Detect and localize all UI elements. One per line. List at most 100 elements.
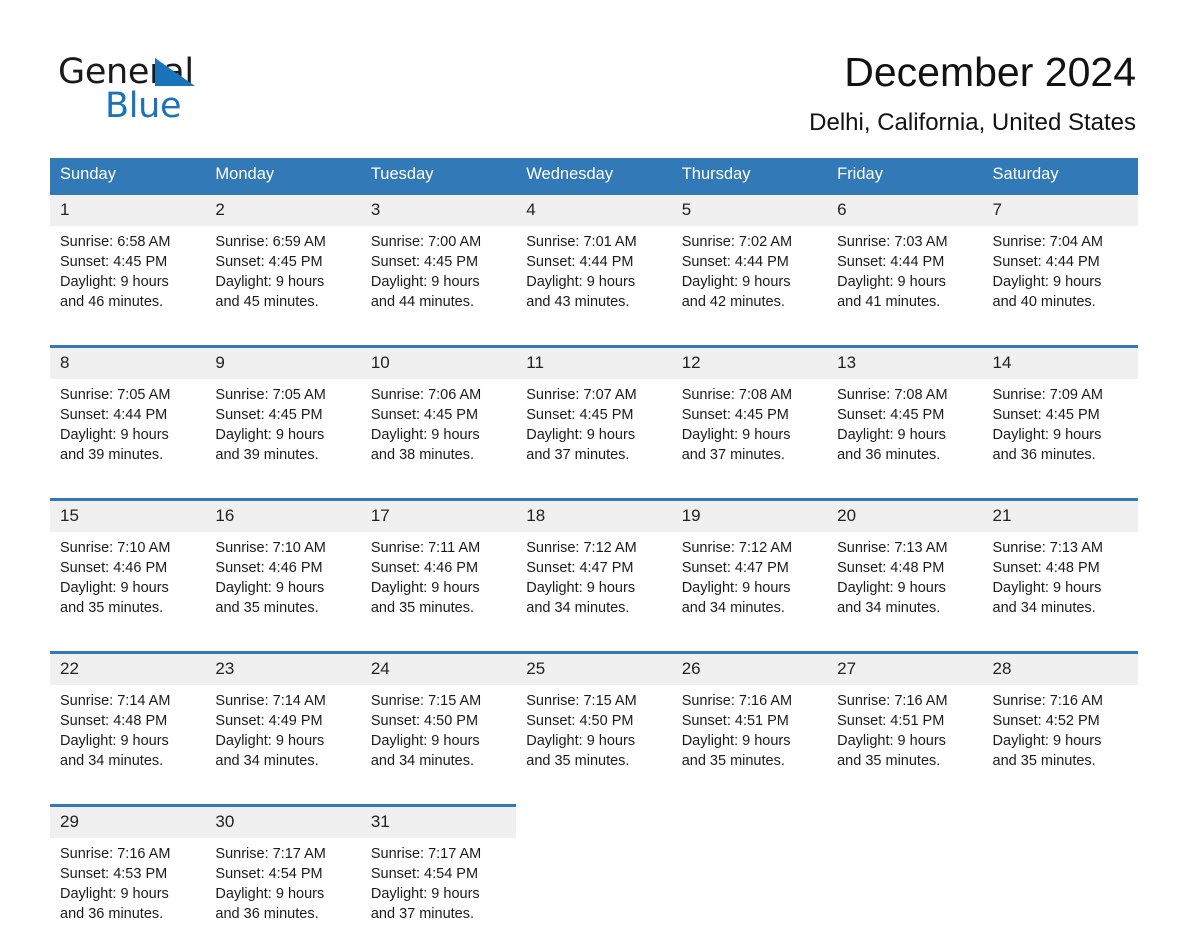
day-cell: Sunrise: 7:17 AM Sunset: 4:54 PM Dayligh… (205, 838, 360, 944)
day-cell: Sunrise: 7:16 AM Sunset: 4:51 PM Dayligh… (827, 685, 982, 791)
daylight-text-line2: and 35 minutes. (682, 751, 827, 771)
daylight-text-line2: and 42 minutes. (682, 292, 827, 312)
date-number[interactable]: 4 (516, 194, 671, 227)
sunrise-text: Sunrise: 7:13 AM (837, 538, 982, 558)
day-cell: Sunrise: 7:10 AM Sunset: 4:46 PM Dayligh… (50, 532, 205, 638)
day-cell: Sunrise: 7:06 AM Sunset: 4:45 PM Dayligh… (361, 379, 516, 485)
sunset-text: Sunset: 4:45 PM (60, 252, 205, 272)
sunrise-text: Sunrise: 7:10 AM (215, 538, 360, 558)
day-cell: Sunrise: 7:05 AM Sunset: 4:44 PM Dayligh… (50, 379, 205, 485)
date-number[interactable]: 6 (827, 194, 982, 227)
sunrise-text: Sunrise: 7:16 AM (60, 844, 205, 864)
date-number[interactable]: 28 (983, 653, 1138, 686)
daylight-text-line1: Daylight: 9 hours (215, 425, 360, 445)
date-number[interactable]: 2 (205, 194, 360, 227)
sunrise-text: Sunrise: 7:02 AM (682, 232, 827, 252)
sunrise-text: Sunrise: 7:08 AM (682, 385, 827, 405)
daylight-text-line1: Daylight: 9 hours (60, 578, 205, 598)
date-number[interactable]: 31 (361, 806, 516, 839)
date-number[interactable]: 22 (50, 653, 205, 686)
sunset-text: Sunset: 4:50 PM (526, 711, 671, 731)
date-number[interactable]: 18 (516, 500, 671, 533)
date-number[interactable]: 13 (827, 347, 982, 380)
weekday-header-sunday: Sunday (50, 158, 205, 194)
daylight-text-line2: and 35 minutes. (993, 751, 1138, 771)
date-number[interactable]: 12 (672, 347, 827, 380)
empty-day-cell (827, 838, 982, 944)
sunset-text: Sunset: 4:45 PM (371, 252, 516, 272)
date-number[interactable]: 29 (50, 806, 205, 839)
daylight-text-line2: and 35 minutes. (371, 598, 516, 618)
weekday-header-thursday: Thursday (672, 158, 827, 194)
sunrise-text: Sunrise: 7:12 AM (682, 538, 827, 558)
empty-date-cell (672, 806, 827, 839)
daylight-text-line2: and 40 minutes. (993, 292, 1138, 312)
weekday-header-wednesday: Wednesday (516, 158, 671, 194)
sunrise-text: Sunrise: 7:14 AM (215, 691, 360, 711)
week-1-info-row: Sunrise: 6:58 AM Sunset: 4:45 PM Dayligh… (50, 226, 1138, 332)
weekday-header-tuesday: Tuesday (361, 158, 516, 194)
daylight-text-line1: Daylight: 9 hours (60, 425, 205, 445)
weekday-header-saturday: Saturday (983, 158, 1138, 194)
daylight-text-line2: and 44 minutes. (371, 292, 516, 312)
day-cell: Sunrise: 7:00 AM Sunset: 4:45 PM Dayligh… (361, 226, 516, 332)
daylight-text-line2: and 36 minutes. (215, 904, 360, 924)
sunrise-sunset-calendar: Sunday Monday Tuesday Wednesday Thursday… (50, 158, 1138, 944)
day-cell: Sunrise: 7:10 AM Sunset: 4:46 PM Dayligh… (205, 532, 360, 638)
date-number[interactable]: 7 (983, 194, 1138, 227)
calendar-body: 1 2 3 4 5 6 7 Sunrise: 6:58 AM Sunset: 4… (50, 194, 1138, 944)
date-number[interactable]: 11 (516, 347, 671, 380)
day-cell: Sunrise: 6:59 AM Sunset: 4:45 PM Dayligh… (205, 226, 360, 332)
date-number[interactable]: 27 (827, 653, 982, 686)
date-number[interactable]: 15 (50, 500, 205, 533)
day-cell: Sunrise: 7:01 AM Sunset: 4:44 PM Dayligh… (516, 226, 671, 332)
sunrise-text: Sunrise: 7:17 AM (215, 844, 360, 864)
week-separator-cell (50, 485, 1138, 500)
week-2-date-row: 8 9 10 11 12 13 14 (50, 347, 1138, 380)
daylight-text-line2: and 34 minutes. (526, 598, 671, 618)
sunrise-text: Sunrise: 7:11 AM (371, 538, 516, 558)
date-number[interactable]: 10 (361, 347, 516, 380)
daylight-text-line2: and 35 minutes. (526, 751, 671, 771)
sunset-text: Sunset: 4:45 PM (526, 405, 671, 425)
daylight-text-line1: Daylight: 9 hours (993, 272, 1138, 292)
sunrise-text: Sunrise: 7:14 AM (60, 691, 205, 711)
date-number[interactable]: 24 (361, 653, 516, 686)
date-number[interactable]: 9 (205, 347, 360, 380)
sunrise-text: Sunrise: 7:07 AM (526, 385, 671, 405)
weekday-header-row: Sunday Monday Tuesday Wednesday Thursday… (50, 158, 1138, 194)
date-number[interactable]: 8 (50, 347, 205, 380)
sunrise-text: Sunrise: 7:05 AM (60, 385, 205, 405)
date-number[interactable]: 20 (827, 500, 982, 533)
date-number[interactable]: 5 (672, 194, 827, 227)
page-title: December 2024 (809, 48, 1136, 96)
date-number[interactable]: 14 (983, 347, 1138, 380)
date-number[interactable]: 16 (205, 500, 360, 533)
date-number[interactable]: 19 (672, 500, 827, 533)
sunrise-text: Sunrise: 7:16 AM (993, 691, 1138, 711)
daylight-text-line2: and 36 minutes. (993, 445, 1138, 465)
day-cell: Sunrise: 7:13 AM Sunset: 4:48 PM Dayligh… (983, 532, 1138, 638)
date-number[interactable]: 1 (50, 194, 205, 227)
date-number[interactable]: 30 (205, 806, 360, 839)
sunset-text: Sunset: 4:46 PM (371, 558, 516, 578)
date-number[interactable]: 26 (672, 653, 827, 686)
sunset-text: Sunset: 4:49 PM (215, 711, 360, 731)
date-number[interactable]: 17 (361, 500, 516, 533)
sunset-text: Sunset: 4:44 PM (837, 252, 982, 272)
date-number[interactable]: 23 (205, 653, 360, 686)
sunrise-text: Sunrise: 7:10 AM (60, 538, 205, 558)
sunrise-text: Sunrise: 7:01 AM (526, 232, 671, 252)
sunrise-text: Sunrise: 7:16 AM (682, 691, 827, 711)
date-number[interactable]: 3 (361, 194, 516, 227)
daylight-text-line2: and 34 minutes. (215, 751, 360, 771)
week-3-info-row: Sunrise: 7:10 AM Sunset: 4:46 PM Dayligh… (50, 532, 1138, 638)
sunrise-text: Sunrise: 7:15 AM (371, 691, 516, 711)
date-number[interactable]: 21 (983, 500, 1138, 533)
weekday-header-friday: Friday (827, 158, 982, 194)
date-number[interactable]: 25 (516, 653, 671, 686)
daylight-text-line1: Daylight: 9 hours (993, 731, 1138, 751)
weekday-header-monday: Monday (205, 158, 360, 194)
sunset-text: Sunset: 4:54 PM (371, 864, 516, 884)
daylight-text-line1: Daylight: 9 hours (371, 272, 516, 292)
